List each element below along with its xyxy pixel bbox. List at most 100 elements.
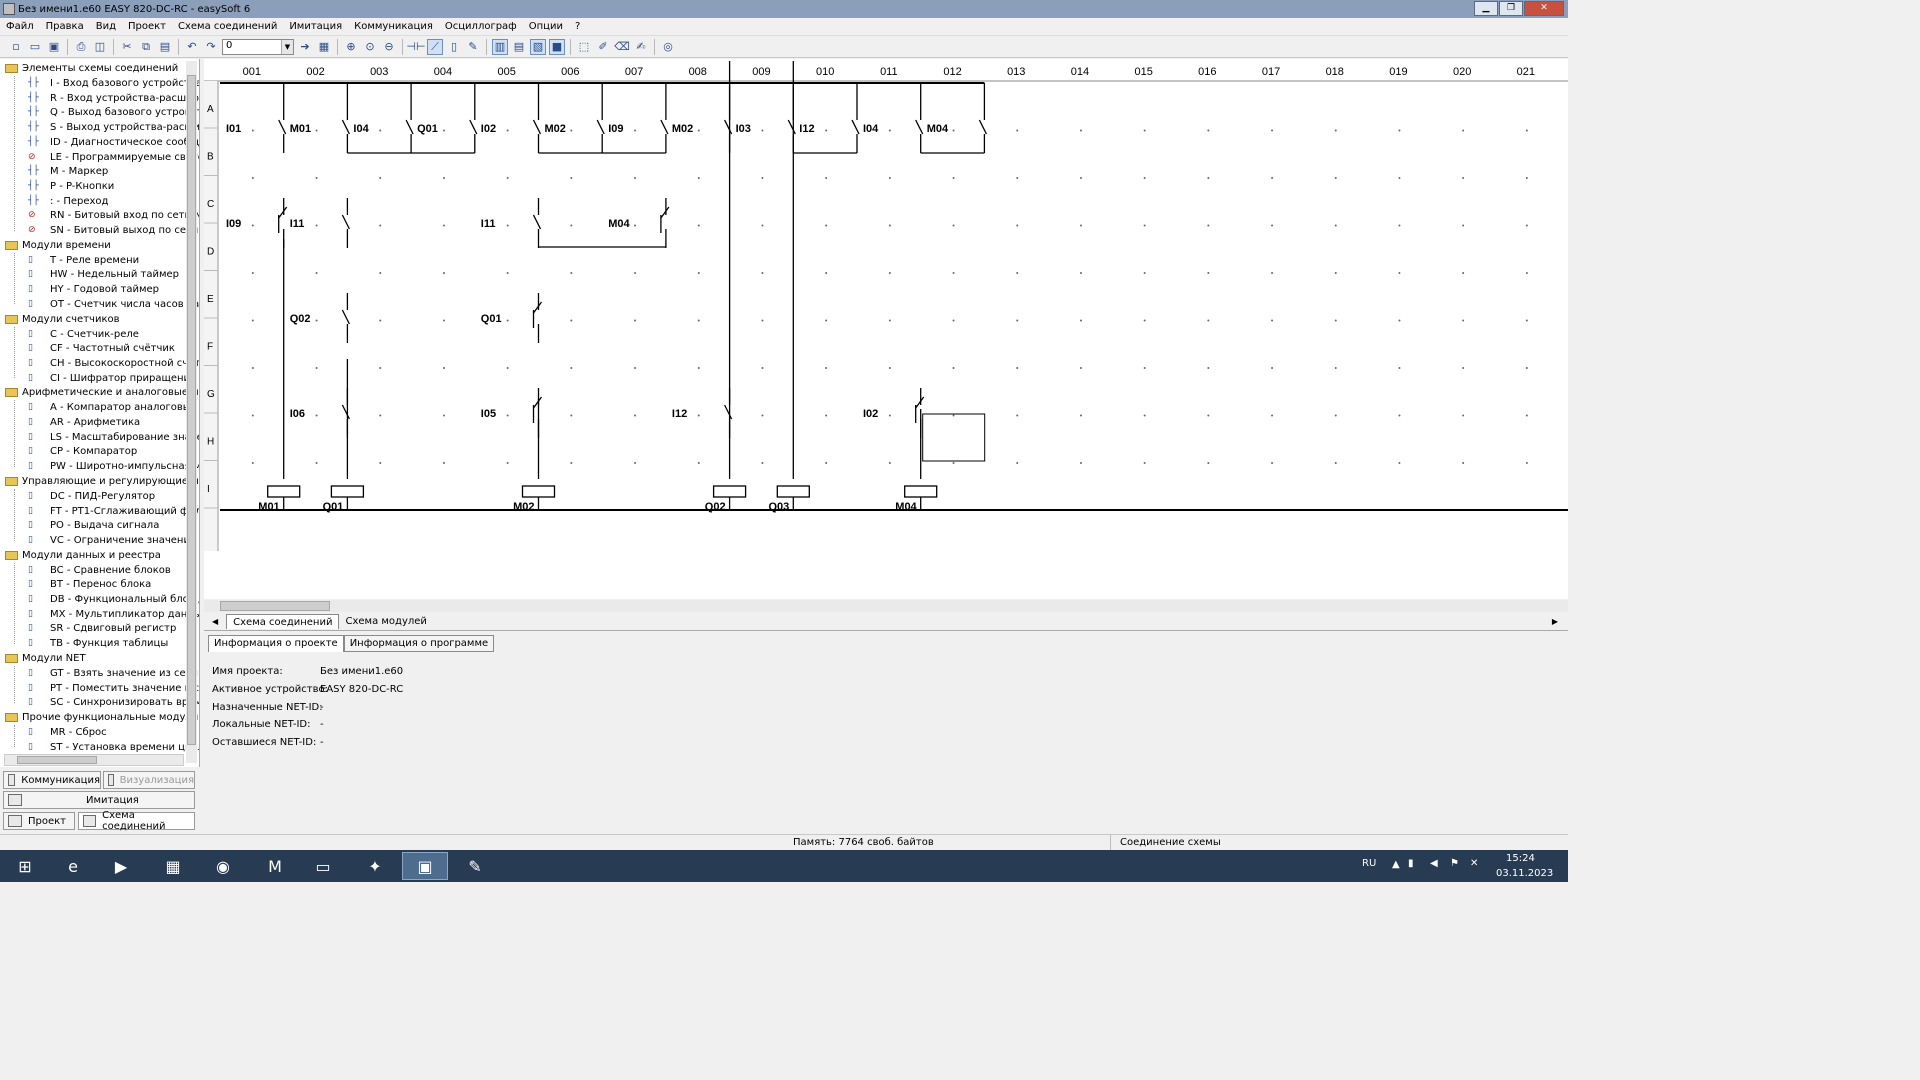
tree-group[interactable]: Элементы схемы соединений <box>0 61 178 76</box>
office-icon[interactable]: ▦ <box>150 852 196 880</box>
flag-icon[interactable]: ⚑ <box>1450 858 1459 869</box>
menu-simulation[interactable]: Имитация <box>283 21 348 32</box>
scroll-thumb[interactable] <box>187 75 196 745</box>
save-icon[interactable]: ▣ <box>46 39 62 55</box>
tree-item[interactable]: ┤├ P - P-Кнопки <box>0 179 114 194</box>
internet-explorer-icon[interactable]: e <box>50 852 96 880</box>
tree-item[interactable]: ▯ GT - Взять значение из сети NE <box>0 666 199 681</box>
explorer-folder-icon[interactable]: ▭ <box>300 852 346 880</box>
select-rect-icon[interactable]: ⬚ <box>576 39 592 55</box>
tab-scroll-left-icon[interactable]: ◀ <box>204 617 226 626</box>
tree-item[interactable]: ┤├ R - Вход устройства-расширен <box>0 91 199 106</box>
menu-options[interactable]: Опции <box>523 21 569 32</box>
project-button[interactable]: Проект <box>3 812 75 830</box>
close-button[interactable]: ✕ <box>1524 1 1564 16</box>
tree-item[interactable]: ▯ BT - Перенос блока <box>0 577 151 592</box>
tray-arrow-icon[interactable]: ▲ <box>1392 859 1400 870</box>
undo-icon[interactable]: ↶ <box>184 39 200 55</box>
menu-project[interactable]: Проект <box>122 21 172 32</box>
tree-item[interactable]: ⊘ RN - Битовый вход по сети NE <box>0 208 199 223</box>
scroll-thumb[interactable] <box>220 601 330 611</box>
menu-communication[interactable]: Коммуникация <box>348 21 439 32</box>
tab-scroll-right-icon[interactable]: ▶ <box>1552 617 1558 626</box>
new-file-icon[interactable]: ▫ <box>8 39 24 55</box>
tree-item[interactable]: ▯ OT - Счетчик числа часов раб <box>0 297 199 312</box>
minimize-button[interactable]: ▁ <box>1474 1 1498 16</box>
paste-icon[interactable]: ▤ <box>157 39 173 55</box>
connection-icon[interactable]: ✕ <box>1470 858 1478 869</box>
tree-item[interactable]: ▯ CH - Высокоскоростной счётч <box>0 356 199 371</box>
view-mode-3-icon[interactable]: ▧ <box>530 38 546 55</box>
highlight-icon[interactable]: ✍ <box>633 39 649 55</box>
tree-item[interactable]: ▯ SR - Сдвиговый регистр <box>0 621 176 636</box>
paint-icon[interactable]: ✎ <box>452 852 498 880</box>
view-mode-4-icon[interactable]: ■ <box>549 38 565 55</box>
tree-item[interactable]: ┤├ I - Вход базового устройства <box>0 76 199 91</box>
chevron-down-icon[interactable]: ▼ <box>281 39 293 54</box>
simulation-button[interactable]: Имитация <box>3 791 195 809</box>
view-mode-1-icon[interactable]: ▥ <box>492 38 508 55</box>
clock-time[interactable]: 15:24 <box>1506 853 1535 864</box>
language-indicator[interactable]: RU <box>1362 858 1376 869</box>
tree-item[interactable]: ▯ CP - Компаратор <box>0 444 137 459</box>
canvas-horizontal-scrollbar[interactable] <box>204 600 1568 612</box>
view-mode-2-icon[interactable]: ▤ <box>511 39 527 55</box>
tree-item[interactable]: ┤├: - Переход <box>0 194 108 209</box>
tree-item[interactable]: ▯ BC - Сравнение блоков <box>0 563 171 578</box>
tree-item[interactable]: ⊘ SN - Битовый выход по сети N <box>0 223 199 238</box>
tree-item[interactable]: ▯ PO - Выдача сигнала <box>0 518 159 533</box>
tree-item[interactable]: ⊘ LE - Программируемые свето <box>0 150 199 165</box>
tree-item[interactable]: ┤├ ID - Диагностическое сообще <box>0 135 199 150</box>
zoom-in-icon[interactable]: ⊕ <box>343 39 359 55</box>
zoom-fit-icon[interactable]: ⊙ <box>362 39 378 55</box>
redo-icon[interactable]: ↷ <box>203 39 219 55</box>
coil-tool-icon[interactable]: ▯ <box>446 39 462 55</box>
edit-icon[interactable]: ✐ <box>595 39 611 55</box>
tab-project-info[interactable]: Информация о проекте <box>208 635 344 652</box>
menu-file[interactable]: Файл <box>0 21 40 32</box>
tree-item[interactable]: ▯ CI - Шифратор приращений <box>0 371 197 386</box>
windows-start-icon[interactable]: ⊞ <box>2 852 48 880</box>
tree-item[interactable]: ┤├ S - Выход устройства-расшир <box>0 120 199 135</box>
media-player-icon[interactable]: ▶ <box>98 852 144 880</box>
zoom-out-icon[interactable]: ⊖ <box>381 39 397 55</box>
tree-vertical-scrollbar[interactable] <box>186 61 197 763</box>
ladder-diagram[interactable]: 001 002 003 004 005 006 007 008 009 010 011 012 013 0… <box>204 59 1568 599</box>
tree-group[interactable]: Арифметические и аналоговые мо <box>0 385 199 400</box>
tree-item[interactable]: ▯ C - Счетчик-реле <box>0 327 139 342</box>
maximize-button[interactable]: ❐ <box>1499 1 1523 16</box>
tree-group[interactable]: Управляющие и регулирующие мо <box>0 474 199 489</box>
online-icon[interactable]: ◎ <box>660 39 676 55</box>
tree-group[interactable]: Модули времени <box>0 238 111 253</box>
grid-icon[interactable]: ▦ <box>316 39 332 55</box>
tree-group[interactable]: Модули счетчиков <box>0 312 120 327</box>
network-icon[interactable]: ▮ <box>1408 858 1414 869</box>
tree-item[interactable]: ▯ PW - Широтно-импульсная м <box>0 459 199 474</box>
tree-item[interactable]: ▯ AR - Арифметика <box>0 415 140 430</box>
pencil-tool-icon[interactable]: ✎ <box>465 39 481 55</box>
tree-horizontal-scrollbar[interactable] <box>4 754 184 766</box>
tree-item[interactable]: ▯ HY - Годовой таймер <box>0 282 159 297</box>
tree-item[interactable]: ▯ VC - Ограничение значения <box>0 533 196 548</box>
pdf-reader-icon[interactable]: ✦ <box>352 852 398 880</box>
tree-item[interactable]: ▯ DC - ПИД-Регулятор <box>0 489 155 504</box>
tree-item[interactable]: ▯ ST - Установка времени цикла <box>0 740 199 755</box>
contact-tool-icon[interactable]: ⊣⊢ <box>406 39 425 55</box>
tree-item[interactable]: ▯ MX - Мультипликатор данных <box>0 607 199 622</box>
communication-button[interactable]: Коммуникация <box>3 771 101 789</box>
connection-tool-icon[interactable]: ⟋ <box>427 38 443 55</box>
menu-help[interactable]: ? <box>569 21 586 32</box>
open-folder-icon[interactable]: ▭ <box>27 39 43 55</box>
eraser-icon[interactable]: ⌫ <box>614 39 630 55</box>
tree-item[interactable]: ▯ TB - Функция таблицы <box>0 636 168 651</box>
tree-group[interactable]: Модули NET <box>0 651 86 666</box>
tree-group[interactable]: Модули данных и реестра <box>0 548 161 563</box>
menu-circuit[interactable]: Схема соединений <box>172 21 283 32</box>
tree-item[interactable]: ▯ T - Реле времени <box>0 253 139 268</box>
tree-item[interactable]: ▯ PT - Поместить значение в сет <box>0 681 199 696</box>
tree-item[interactable]: ▯ MR - Сброс <box>0 725 107 740</box>
menu-oscilloscope[interactable]: Осциллограф <box>439 21 523 32</box>
tree-item[interactable]: ▯ CF - Частотный счётчик <box>0 341 175 356</box>
tab-program-info[interactable]: Информация о программе <box>343 635 495 652</box>
volume-icon[interactable]: ◀ <box>1430 858 1438 869</box>
